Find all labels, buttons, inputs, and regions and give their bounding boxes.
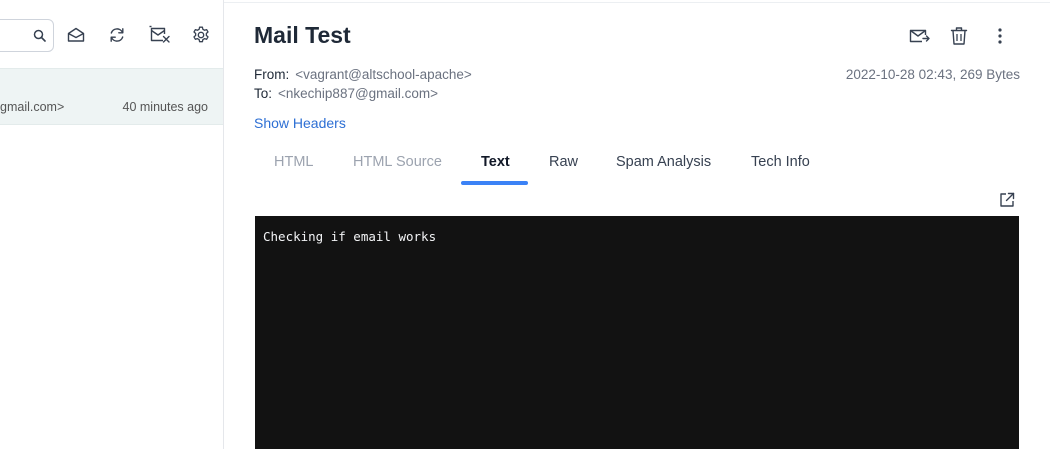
to-value: <nkechip887@gmail.com> xyxy=(278,86,439,101)
from-row: From: <vagrant@altschool-apache> xyxy=(254,67,472,82)
delete-all-icon[interactable] xyxy=(149,25,171,45)
message-tabs: HTML HTML Source Text Raw Spam Analysis … xyxy=(254,140,1024,188)
list-item-time: 40 minutes ago xyxy=(122,100,208,114)
message-view: Mail Test From: <vagrant@altschool-apache… xyxy=(224,0,1050,449)
settings-icon[interactable] xyxy=(191,25,211,45)
tab-html-source[interactable]: HTML Source xyxy=(353,154,442,170)
active-tab-indicator xyxy=(461,181,528,185)
open-in-new-window-icon[interactable] xyxy=(998,191,1016,209)
from-value: <vagrant@altschool-apache> xyxy=(295,67,472,82)
tab-html[interactable]: HTML xyxy=(274,154,313,170)
search-icon[interactable] xyxy=(33,29,46,42)
message-list-pane: gmail.com> 40 minutes ago xyxy=(0,0,224,449)
search-input[interactable] xyxy=(1,20,21,51)
tab-spam-analysis[interactable]: Spam Analysis xyxy=(616,154,711,170)
list-item-recipient: gmail.com> xyxy=(0,100,65,114)
delete-icon[interactable] xyxy=(948,25,970,47)
tab-text[interactable]: Text xyxy=(481,154,510,170)
list-toolbar xyxy=(0,0,223,68)
release-icon[interactable] xyxy=(908,25,930,47)
to-row: To: <nkechip887@gmail.com> xyxy=(254,86,438,101)
message-text-content: Checking if email works xyxy=(263,229,437,244)
message-subject: Mail Test xyxy=(254,22,351,48)
list-item[interactable]: gmail.com> 40 minutes ago xyxy=(0,68,223,125)
divider xyxy=(224,2,1050,3)
message-text-body: Checking if email works xyxy=(255,216,1019,449)
search-box[interactable] xyxy=(0,19,54,52)
tab-tech-info[interactable]: Tech Info xyxy=(751,154,810,170)
more-icon[interactable] xyxy=(989,25,1011,47)
message-meta: 2022-10-28 02:43, 269 Bytes xyxy=(845,67,1020,82)
from-label: From: xyxy=(254,67,290,82)
mark-read-icon[interactable] xyxy=(66,25,86,45)
refresh-icon[interactable] xyxy=(107,25,127,45)
tab-raw[interactable]: Raw xyxy=(549,154,578,170)
to-label: To: xyxy=(254,86,273,101)
show-headers-link[interactable]: Show Headers xyxy=(254,115,346,131)
